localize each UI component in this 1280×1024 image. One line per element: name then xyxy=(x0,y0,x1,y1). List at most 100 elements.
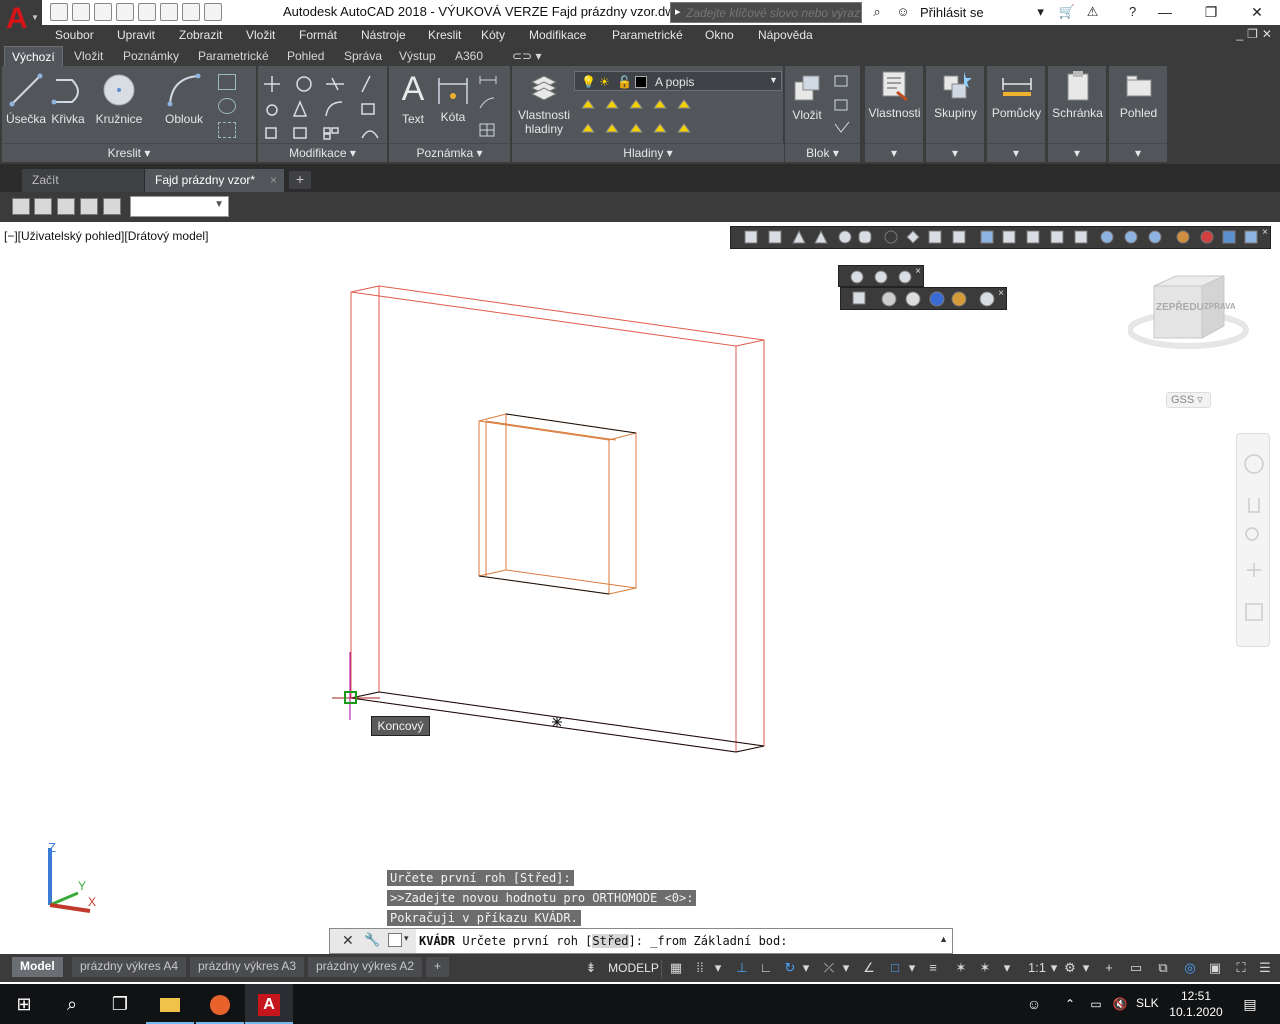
layer-tools-icons[interactable] xyxy=(578,96,698,140)
command-line[interactable]: ✕ 🔧 ▾ KVÁDR Určete první roh [Střed]: _f… xyxy=(329,928,953,954)
ucs-dropdown[interactable]: GSS ▿ xyxy=(1166,392,1211,408)
menu-item[interactable]: Formát xyxy=(299,28,337,42)
isolate-objects-icon[interactable]: ◎ xyxy=(1180,960,1200,976)
arc-tool-button[interactable]: Oblouk xyxy=(158,72,210,126)
chevron-down-icon[interactable]: ▾ xyxy=(840,960,852,976)
polyline-tool-button[interactable]: Křivka xyxy=(48,72,88,126)
close-icon[interactable]: × xyxy=(1262,227,1268,238)
chevron-down-icon[interactable]: ▾ xyxy=(987,143,1045,162)
object-snap-tracking-icon[interactable]: ∠ xyxy=(860,960,878,976)
expand-arrow-icon[interactable]: ▸ xyxy=(675,5,681,18)
circle-tool-button[interactable]: Kružnice xyxy=(92,72,146,126)
menu-item[interactable]: Kreslit xyxy=(428,28,461,42)
panel-title-modify[interactable]: Modifikace ▾ xyxy=(258,143,387,162)
layer-properties-button[interactable]: Vlastnosti hladiny xyxy=(514,72,574,136)
panel-title-block[interactable]: Blok ▾ xyxy=(785,143,860,162)
text-tool-button[interactable]: A Text xyxy=(395,70,431,126)
search-input[interactable] xyxy=(686,4,860,21)
wall-solid[interactable] xyxy=(350,285,765,753)
insert-block-button[interactable]: Vložit xyxy=(787,72,827,122)
task-view-icon[interactable]: ❐ xyxy=(96,984,144,1024)
customize-qat-icon[interactable] xyxy=(204,3,222,21)
menu-item[interactable]: Parametrické xyxy=(612,28,683,42)
clean-screen-icon[interactable]: ⛶ xyxy=(1232,960,1250,976)
chevron-down-icon[interactable]: ▾ xyxy=(1048,143,1106,162)
customization-menu-icon[interactable]: ☰ xyxy=(1256,960,1274,976)
quick-properties-icon[interactable]: ⧉ xyxy=(1154,960,1172,976)
chevron-down-icon[interactable]: ▾ xyxy=(1109,143,1167,162)
chevron-down-icon[interactable]: ▾ xyxy=(1080,960,1092,976)
command-prompt[interactable]: KVÁDR Určete první roh [Střed]: _from Zá… xyxy=(419,934,787,948)
new-tab-button[interactable]: + xyxy=(289,171,311,189)
block-small-icons[interactable] xyxy=(831,74,857,138)
close-icon[interactable]: × xyxy=(270,169,277,191)
rectangle-icon[interactable] xyxy=(218,74,236,90)
undo-icon[interactable] xyxy=(160,3,178,21)
layer-dropdown[interactable]: 💡 ☀ 🔓 A popis ▼ xyxy=(574,71,782,91)
close-icon[interactable]: × xyxy=(915,266,921,277)
status-menu-icon[interactable]: ⇟ xyxy=(583,960,599,976)
layer-match-icon[interactable] xyxy=(103,198,121,215)
menu-item[interactable]: Soubor xyxy=(55,28,94,42)
help-icon[interactable]: ? xyxy=(1124,3,1142,21)
grid-icon[interactable]: ▦ xyxy=(668,960,684,976)
notifications-icon[interactable]: ▤ xyxy=(1232,984,1268,1024)
polar-icon[interactable]: ↻ xyxy=(782,960,798,976)
groups-panel-button[interactable]: Skupiny ▾ xyxy=(926,66,985,162)
menu-item[interactable]: Nástroje xyxy=(361,28,406,42)
properties-panel-button[interactable]: Vlastnosti ▾ xyxy=(865,66,924,162)
menu-item[interactable]: Kóty xyxy=(481,28,505,42)
modify-tools-icons[interactable] xyxy=(262,72,382,140)
autocad-taskbar-icon[interactable]: A xyxy=(245,984,293,1024)
menu-item[interactable]: Modifikace xyxy=(529,28,586,42)
cart-icon[interactable]: 🛒 xyxy=(1058,3,1076,21)
tray-expand-icon[interactable]: ⌃ xyxy=(1058,984,1082,1024)
close-icon[interactable]: × xyxy=(998,288,1004,299)
annotation-small-icons[interactable] xyxy=(477,74,507,140)
annotation-visibility-icon[interactable]: ✶ xyxy=(952,960,970,976)
chevron-down-icon[interactable]: ▾ xyxy=(906,960,918,976)
customize-icon[interactable]: 🔧 xyxy=(364,932,380,948)
visual-styles-toolbar[interactable]: × xyxy=(840,287,1007,310)
clipboard-panel-button[interactable]: Schránka ▾ xyxy=(1048,66,1107,162)
layout-tab-model[interactable]: Model xyxy=(12,957,63,977)
menu-item[interactable]: Upravit xyxy=(117,28,155,42)
search-box[interactable]: ▸ xyxy=(670,2,862,23)
panel-title-layers[interactable]: Hladiny ▾ xyxy=(512,143,784,162)
tab-parametric[interactable]: Parametrické xyxy=(198,49,269,63)
input-language[interactable]: SLK xyxy=(1136,996,1159,1010)
new-file-icon[interactable] xyxy=(50,3,68,21)
model-space-toggle[interactable]: MODELP xyxy=(606,959,662,978)
tab-output[interactable]: Výstup xyxy=(399,49,436,63)
clock[interactable]: 12:51 10.1.2020 xyxy=(1168,988,1224,1020)
dimension-tool-button[interactable]: Kóta xyxy=(433,72,473,124)
menu-item[interactable]: Okno xyxy=(705,28,734,42)
search-icon[interactable]: ⌕ xyxy=(48,984,96,1024)
layer-previous-icon[interactable] xyxy=(57,198,75,215)
line-tool-button[interactable]: Úsečka xyxy=(6,72,46,126)
menu-item[interactable]: Vložit xyxy=(246,28,275,42)
tab-start[interactable]: Začít xyxy=(22,169,144,192)
layout-tab[interactable]: prázdny výkres A4 xyxy=(72,957,187,977)
panel-title-annotation[interactable]: Poznámka ▾ xyxy=(389,143,510,162)
layer-icon[interactable] xyxy=(34,198,52,215)
viewcube[interactable]: ZEPŘEDU ZPRAVA xyxy=(1127,268,1256,352)
redo-icon[interactable] xyxy=(182,3,200,21)
chevron-down-icon[interactable]: ▾ xyxy=(1032,3,1050,21)
ribbon-toggle-icon[interactable]: ⊂⊃ ▾ xyxy=(512,49,541,63)
add-layout-icon[interactable]: + xyxy=(426,957,450,977)
file-explorer-icon[interactable] xyxy=(146,984,194,1024)
save-icon[interactable] xyxy=(94,3,112,21)
boundary-icon[interactable] xyxy=(218,122,236,138)
windows-start-icon[interactable]: ⊞ xyxy=(0,984,48,1024)
print-icon[interactable] xyxy=(138,3,156,21)
recent-commands-icon[interactable] xyxy=(388,933,402,947)
model-geometry[interactable]: Z Y X xyxy=(0,222,1280,954)
utilities-panel-button[interactable]: Pomůcky ▾ xyxy=(987,66,1046,162)
scroll-up-icon[interactable]: ▲ xyxy=(939,934,948,944)
people-icon[interactable]: ☺ xyxy=(1012,984,1056,1024)
plus-icon[interactable]: + xyxy=(1100,960,1118,976)
tab-annotate[interactable]: Poznámky xyxy=(123,49,179,63)
layout-tab[interactable]: prázdny výkres A3 xyxy=(190,957,305,977)
chevron-down-icon[interactable]: ▾ xyxy=(1048,960,1060,976)
